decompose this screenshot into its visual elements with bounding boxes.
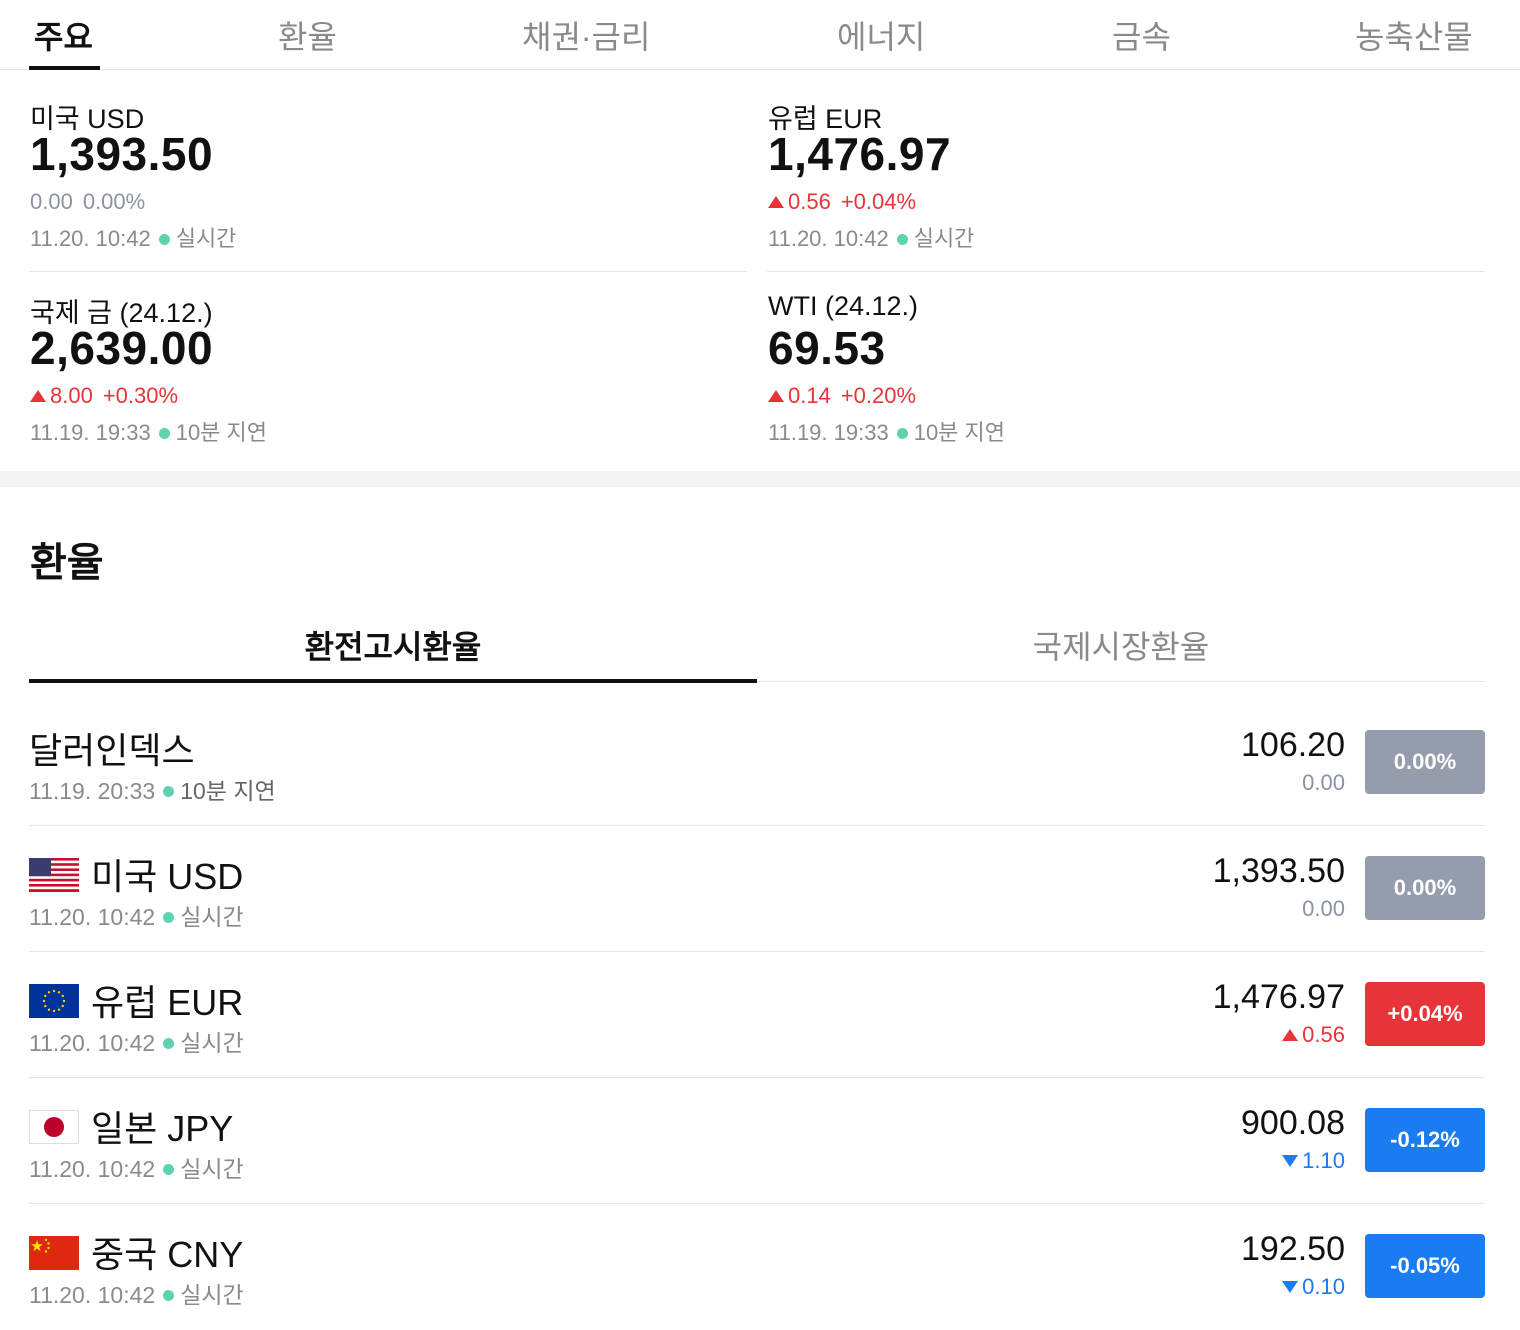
section-separator bbox=[0, 471, 1520, 487]
up-triangle-icon bbox=[30, 390, 46, 402]
top-tab-bar: 주요 환율 채권·금리 에너지 금속 농축산물 bbox=[0, 0, 1520, 70]
divider bbox=[29, 271, 747, 272]
card-meta: 11.19. 19:33 10분 지연 bbox=[30, 420, 268, 445]
rate-change: 0.10 bbox=[1282, 1274, 1345, 1300]
down-triangle-icon bbox=[1282, 1281, 1299, 1293]
rate-price: 900.08 bbox=[1241, 1104, 1345, 1142]
card-meta: 11.20. 10:42 실시간 bbox=[30, 226, 237, 251]
realtime-dot-icon bbox=[896, 427, 908, 439]
up-triangle-icon bbox=[1282, 1029, 1299, 1041]
rate-name: 일본 JPY bbox=[91, 1108, 234, 1149]
us-flag-icon bbox=[29, 858, 79, 892]
realtime-dot-icon bbox=[896, 233, 908, 245]
percent-badge: +0.04% bbox=[1365, 982, 1485, 1046]
card-price: 2,639.00 bbox=[30, 322, 214, 374]
jp-flag-icon bbox=[29, 1110, 79, 1144]
percent-badge: 0.00% bbox=[1365, 856, 1485, 920]
card-meta: 11.19. 19:33 10분 지연 bbox=[768, 420, 1006, 445]
tab-metals[interactable]: 금속 bbox=[1112, 12, 1171, 58]
card-meta: 11.20. 10:42 실시간 bbox=[768, 226, 975, 251]
rate-meta: 11.19. 20:33 10분 지연 bbox=[29, 778, 276, 804]
rate-meta: 11.20. 10:42 실시간 bbox=[29, 904, 244, 930]
summary-card-usd[interactable]: 미국 USD 1,393.50 0.00 0.00% 11.20. 10:42 실시… bbox=[30, 97, 748, 257]
summary-card-gold[interactable]: 국제 금 (24.12.) 2,639.00 8.00 +0.30% 11.19.… bbox=[30, 291, 748, 451]
rate-change: 1.10 bbox=[1282, 1148, 1345, 1174]
realtime-dot-icon bbox=[163, 1164, 175, 1176]
card-price: 1,393.50 bbox=[30, 128, 214, 180]
tab-bonds[interactable]: 채권·금리 bbox=[522, 12, 650, 58]
rate-name: 유럽 EUR bbox=[91, 982, 244, 1023]
rate-meta: 11.20. 10:42 실시간 bbox=[29, 1156, 244, 1182]
rate-row-jpy[interactable]: 일본 JPY 11.20. 10:42 실시간 900.08 1.10 -0.12… bbox=[29, 1078, 1485, 1204]
rate-price: 192.50 bbox=[1241, 1230, 1345, 1268]
percent-badge: -0.12% bbox=[1365, 1108, 1485, 1172]
realtime-dot-icon bbox=[163, 1290, 175, 1302]
rate-name: 달러인덱스 bbox=[29, 730, 195, 771]
cn-flag-icon bbox=[29, 1236, 79, 1270]
rate-meta: 11.20. 10:42 실시간 bbox=[29, 1282, 244, 1308]
rate-row-cny[interactable]: 중국 CNY 11.20. 10:42 실시간 192.50 0.10 -0.05… bbox=[29, 1204, 1485, 1330]
active-subtab-indicator bbox=[29, 679, 757, 683]
rate-price: 106.20 bbox=[1241, 726, 1345, 764]
card-change: 0.00 0.00% bbox=[30, 189, 146, 214]
subtab-notice-rate[interactable]: 환전고시환율 bbox=[29, 622, 757, 668]
rate-row-eur[interactable]: 유럽 EUR 11.20. 10:42 실시간 1,476.97 0.56 +0.… bbox=[29, 952, 1485, 1078]
rate-change: 0.00 bbox=[1302, 770, 1345, 795]
eu-flag-icon bbox=[29, 984, 79, 1018]
up-triangle-icon bbox=[768, 196, 784, 208]
rate-price: 1,476.97 bbox=[1212, 978, 1345, 1016]
rate-row-dollar-index[interactable]: 달러인덱스 11.19. 20:33 10분 지연 106.20 0.00 0.0… bbox=[29, 700, 1485, 826]
card-price: 1,476.97 bbox=[768, 128, 952, 180]
rate-name: 중국 CNY bbox=[91, 1234, 244, 1275]
divider bbox=[767, 271, 1485, 272]
up-triangle-icon bbox=[768, 390, 784, 402]
percent-badge: -0.05% bbox=[1365, 1234, 1485, 1298]
card-price: 69.53 bbox=[768, 322, 886, 374]
rate-row-usd[interactable]: 미국 USD 11.20. 10:42 실시간 1,393.50 0.00 0.0… bbox=[29, 826, 1485, 952]
subtab-market-rate[interactable]: 국제시장환율 bbox=[757, 622, 1485, 668]
section-title: 환율 bbox=[30, 541, 104, 585]
card-change: 0.56 +0.04% bbox=[768, 189, 926, 215]
percent-badge: 0.00% bbox=[1365, 730, 1485, 794]
card-change: 8.00 +0.30% bbox=[30, 383, 188, 409]
summary-card-eur[interactable]: 유럽 EUR 1,476.97 0.56 +0.04% 11.20. 10:42 실… bbox=[768, 97, 1486, 257]
down-triangle-icon bbox=[1282, 1155, 1299, 1167]
tab-energy[interactable]: 에너지 bbox=[837, 12, 925, 58]
realtime-dot-icon bbox=[158, 427, 170, 439]
realtime-dot-icon bbox=[163, 1038, 175, 1050]
realtime-dot-icon bbox=[163, 786, 175, 798]
active-tab-indicator bbox=[29, 66, 100, 70]
tab-main[interactable]: 주요 bbox=[34, 12, 93, 58]
rate-change: 0.56 bbox=[1282, 1022, 1345, 1048]
rate-name: 미국 USD bbox=[91, 856, 244, 897]
realtime-dot-icon bbox=[158, 233, 170, 245]
tab-agriculture[interactable]: 농축산물 bbox=[1355, 12, 1473, 58]
realtime-dot-icon bbox=[163, 912, 175, 924]
tab-exchange[interactable]: 환율 bbox=[278, 12, 337, 58]
rate-change: 0.00 bbox=[1302, 896, 1345, 921]
rate-price: 1,393.50 bbox=[1212, 852, 1345, 890]
card-change: 0.14 +0.20% bbox=[768, 383, 926, 409]
summary-card-wti[interactable]: WTI (24.12.) 69.53 0.14 +0.20% 11.19. 19:… bbox=[768, 291, 1486, 451]
card-name: WTI (24.12.) bbox=[768, 291, 919, 321]
rate-meta: 11.20. 10:42 실시간 bbox=[29, 1030, 244, 1056]
